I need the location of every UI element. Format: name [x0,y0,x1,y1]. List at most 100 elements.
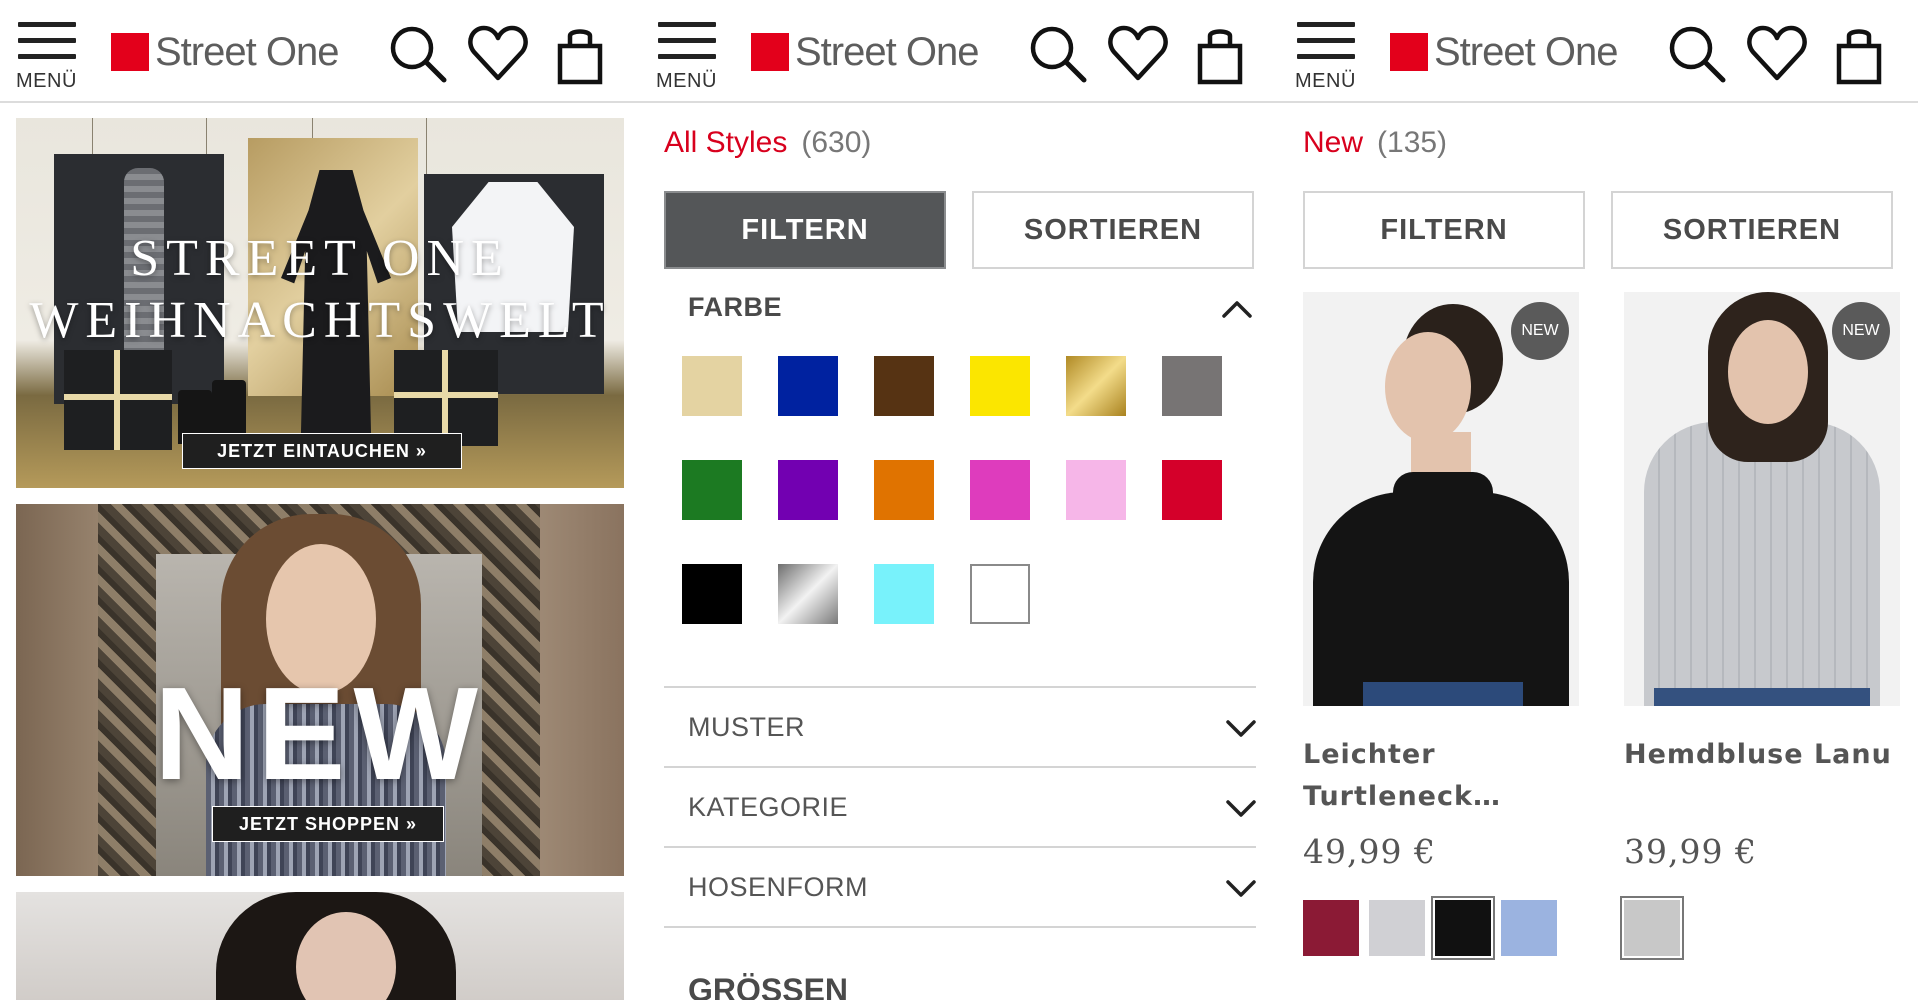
jetzt-shoppen-button[interactable]: JETZT SHOPPEN » [212,806,444,842]
category-heading: New (135) [1303,126,1447,160]
christmas-world-banner[interactable]: STREET ONE WEIHNACHTSWELT JETZT EINTAUCH… [16,118,624,488]
model-turtleneck [1393,472,1493,532]
shopping-bag-icon[interactable] [1829,22,1893,86]
heart-icon[interactable] [1106,22,1170,86]
logo-text: Street One [155,29,339,74]
hamburger-icon [1297,22,1355,27]
heart-icon[interactable] [466,22,530,86]
model-banner[interactable] [16,892,624,1000]
product-color-options [1303,896,1557,960]
hamburger-icon [658,22,716,27]
sort-button[interactable]: SORTIEREN [1611,191,1893,269]
new-badge: NEW [1511,302,1569,360]
logo-square [751,33,789,71]
facet-label: KATEGORIE [688,792,849,822]
color-swatch[interactable] [1162,356,1222,416]
model-face [1728,320,1808,424]
menu-label: MENÜ [16,70,77,92]
color-swatch[interactable] [874,356,934,416]
model-jeans [1363,682,1523,706]
color-swatch[interactable] [874,564,934,624]
color-swatch[interactable] [1162,460,1222,520]
jetzt-eintauchen-button[interactable]: JETZT EINTAUCHEN » [182,433,462,469]
sort-button[interactable]: SORTIEREN [972,191,1254,269]
logo-text: Street One [1434,29,1618,74]
filter-panel: MENÜ Street One All Styles (630) FILTERN … [640,0,1280,1000]
product-name[interactable]: Hemdbluse Lanu [1624,734,1900,776]
menu-button[interactable]: MENÜ [1295,20,1361,98]
chevron-down-icon [1226,800,1256,818]
search-icon[interactable] [1665,22,1729,86]
color-swatch[interactable] [682,460,742,520]
product-count: (630) [801,126,872,159]
color-option[interactable] [1431,896,1495,960]
facet-hosenform[interactable]: HOSENFORM [664,846,1256,926]
color-swatch[interactable] [970,564,1030,624]
logo-square [1390,33,1428,71]
category-name: All Styles [664,126,788,159]
menu-button[interactable]: MENÜ [16,20,82,98]
shopping-bag-icon[interactable] [550,22,614,86]
shopping-bag-icon[interactable] [1190,22,1254,86]
product-name[interactable]: Leichter Turtleneck… [1303,734,1579,818]
site-header: MENÜ Street One [0,0,640,103]
facet-label: HOSENFORM [688,872,868,902]
color-swatch[interactable] [778,564,838,624]
chevron-down-icon [1226,720,1256,738]
logo-square [111,33,149,71]
search-icon[interactable] [386,22,450,86]
menu-label: MENÜ [1295,70,1356,92]
brand-logo[interactable]: Street One [751,29,979,74]
color-swatch[interactable] [970,460,1030,520]
color-option[interactable] [1303,900,1359,956]
hamburger-icon [18,22,76,27]
product-image[interactable]: NEW [1303,292,1579,706]
new-badge: NEW [1832,302,1890,360]
product-count: (135) [1377,126,1448,159]
color-swatch[interactable] [874,460,934,520]
facet-muster[interactable]: MUSTER [664,686,1256,766]
banner-title: NEW [154,660,486,807]
model-face [1385,332,1471,442]
site-header: MENÜ Street One [640,0,1280,103]
chevron-up-icon[interactable] [1222,300,1252,318]
new-arrivals-banner[interactable]: NEW JETZT SHOPPEN » [16,504,624,876]
facet-label: MUSTER [688,712,805,742]
menu-button[interactable]: MENÜ [656,20,722,98]
facet-kategorie[interactable]: KATEGORIE [664,766,1256,846]
product-price: 49,99 € [1303,832,1436,871]
search-icon[interactable] [1026,22,1090,86]
color-swatch[interactable] [1066,460,1126,520]
brand-logo[interactable]: Street One [1390,29,1618,74]
color-swatch[interactable] [778,356,838,416]
site-header: MENÜ Street One [1279,0,1918,103]
color-swatch[interactable] [778,460,838,520]
model-blouse [1644,422,1880,706]
facet-color-heading[interactable]: FARBE [688,292,782,323]
product-image[interactable]: NEW [1624,292,1900,706]
color-option[interactable] [1501,900,1557,956]
color-option[interactable] [1620,896,1684,960]
divider [664,926,1256,928]
model-jeans [1654,688,1870,706]
size-section-heading[interactable]: GRÖSSEN [688,972,848,1000]
product-price: 39,99 € [1624,832,1757,871]
brand-logo[interactable]: Street One [111,29,339,74]
banner-title: STREET ONE WEIHNACHTSWELT [29,230,611,349]
product-color-options [1620,896,1684,960]
chevron-down-icon [1226,880,1256,898]
color-swatch[interactable] [682,356,742,416]
color-swatch[interactable] [682,564,742,624]
color-swatch[interactable] [970,356,1030,416]
product-list-panel: MENÜ Street One New (135) FILTERN SORTIER… [1279,0,1918,1000]
menu-label: MENÜ [656,70,717,92]
color-swatch[interactable] [1066,356,1126,416]
category-name: New [1303,126,1364,159]
filter-button[interactable]: FILTERN [664,191,946,269]
logo-text: Street One [795,29,979,74]
home-panel: MENÜ Street One STREET ONE WEIHNACHTSWEL… [0,0,640,1000]
category-heading: All Styles (630) [664,126,871,160]
filter-button[interactable]: FILTERN [1303,191,1585,269]
color-option[interactable] [1369,900,1425,956]
heart-icon[interactable] [1745,22,1809,86]
